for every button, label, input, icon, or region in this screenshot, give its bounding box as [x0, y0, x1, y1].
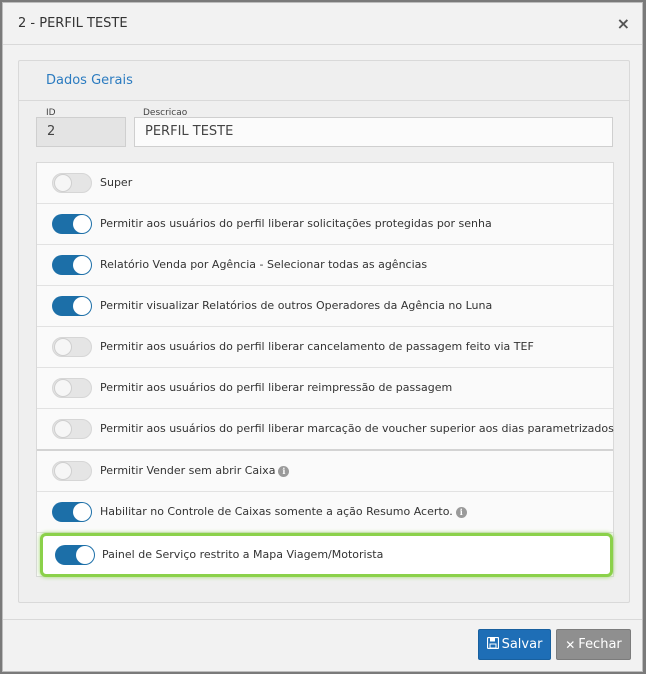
floppy-disk-icon — [486, 636, 499, 652]
info-icon[interactable]: i — [278, 465, 290, 477]
toggle-switch[interactable] — [52, 337, 92, 357]
highlighted-permission-row: Painel de Serviço restrito a Mapa Viagem… — [40, 533, 613, 577]
toggle-knob — [54, 462, 72, 480]
fechar-button[interactable]: ✕ Fechar — [556, 629, 631, 660]
descricao-field[interactable]: PERFIL TESTE — [134, 117, 613, 147]
modal-title: 2 - PERFIL TESTE — [18, 16, 128, 31]
close-label: Fechar — [578, 637, 622, 652]
toggle-knob — [73, 256, 91, 274]
toggle-knob — [73, 215, 91, 233]
toggle-switch[interactable] — [52, 296, 92, 316]
permission-label: Painel de Serviço restrito a Mapa Viagem… — [102, 548, 384, 561]
toggle-switch[interactable] — [52, 214, 92, 234]
modal-close-icon[interactable]: × — [617, 14, 630, 34]
permission-label-text: Habilitar no Controle de Caixas somente … — [100, 505, 453, 518]
modal-footer-divider — [3, 619, 642, 620]
id-field[interactable]: 2 — [36, 117, 126, 147]
permission-label: Permitir aos usuários do perfil liberar … — [100, 422, 614, 435]
permission-label: Permitir Vender sem abrir Caixa i — [100, 464, 290, 477]
toggle-switch[interactable] — [52, 502, 92, 522]
toggle-switch[interactable] — [52, 173, 92, 193]
permission-row: Permitir aos usuários do perfil liberar … — [37, 409, 614, 451]
toggle-knob — [54, 338, 72, 356]
toggle-knob — [54, 174, 72, 192]
permission-row: Permitir aos usuários do perfil liberar … — [37, 327, 613, 368]
toggle-switch[interactable] — [55, 545, 95, 565]
toggle-switch[interactable] — [52, 461, 92, 481]
permission-label: Permitir aos usuários do perfil liberar … — [100, 340, 534, 353]
profile-modal: 2 - PERFIL TESTE × Dados Gerais ID 2 Des… — [2, 2, 643, 672]
permission-label: Habilitar no Controle de Caixas somente … — [100, 505, 467, 518]
times-icon: ✕ — [565, 637, 576, 652]
toggle-knob — [73, 503, 91, 521]
toggle-switch[interactable] — [52, 419, 92, 439]
toggle-knob — [76, 546, 94, 564]
permission-label: Permitir aos usuários do perfil liberar … — [100, 381, 453, 394]
permission-label: Relatório Venda por Agência - Selecionar… — [100, 258, 428, 271]
permission-label: Permitir visualizar Relatórios de outros… — [100, 299, 493, 312]
toggle-knob — [54, 420, 72, 438]
save-button[interactable]: Salvar — [478, 629, 551, 660]
info-icon[interactable]: i — [455, 506, 467, 518]
permission-row: Permitir visualizar Relatórios de outros… — [37, 286, 613, 327]
permission-row: Permitir aos usuários do perfil liberar … — [37, 368, 613, 409]
permission-row: Habilitar no Controle de Caixas somente … — [37, 492, 613, 533]
dados-gerais-panel: Dados Gerais ID 2 Descricao PERFIL TESTE… — [18, 60, 630, 603]
save-label: Salvar — [501, 637, 543, 652]
toggle-switch[interactable] — [52, 255, 92, 275]
modal-header: 2 - PERFIL TESTE × — [3, 3, 642, 45]
panel-title[interactable]: Dados Gerais — [46, 73, 133, 88]
permission-label: Permitir aos usuários do perfil liberar … — [100, 217, 492, 230]
toggle-switch[interactable] — [52, 378, 92, 398]
toggle-knob — [73, 297, 91, 315]
panel-header: Dados Gerais — [19, 61, 629, 101]
permission-label-text: Permitir Vender sem abrir Caixa — [100, 464, 276, 477]
permission-row: Permitir aos usuários do perfil liberar … — [37, 204, 613, 245]
permission-row-super: Super — [37, 163, 613, 204]
permissions-list: Super Permitir aos usuários do perfil li… — [36, 162, 614, 577]
permission-label: Super — [100, 176, 133, 189]
permission-row: Relatório Venda por Agência - Selecionar… — [37, 245, 613, 286]
permission-row: Permitir Vender sem abrir Caixa i — [37, 451, 613, 492]
toggle-knob — [54, 379, 72, 397]
